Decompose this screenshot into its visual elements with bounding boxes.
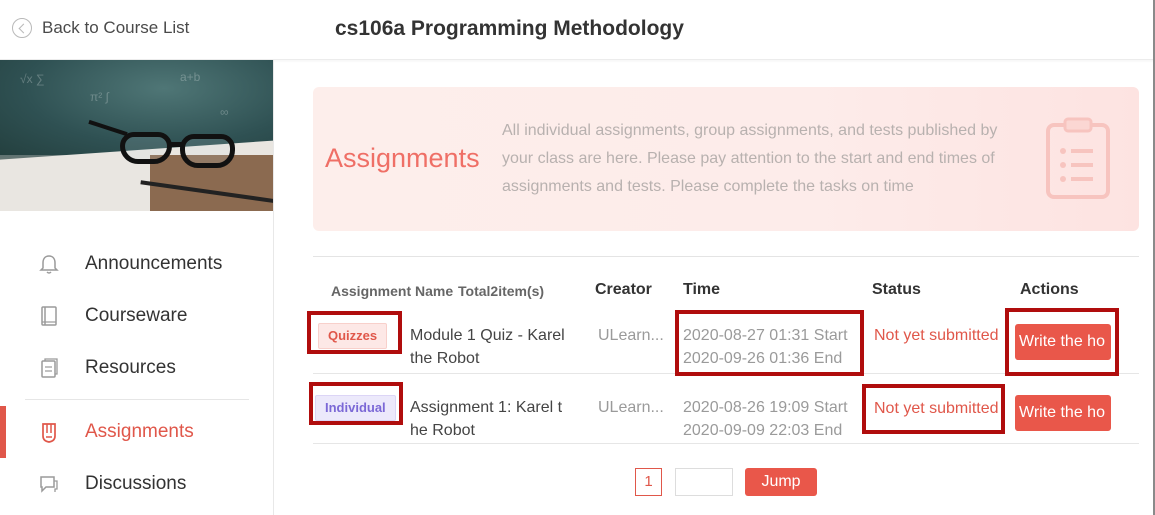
back-arrow-icon: [12, 18, 32, 38]
end-time: 2020-09-09 22:03 End: [683, 422, 843, 439]
start-time: 2020-08-27 01:31 Start: [683, 327, 848, 344]
assignment-name-line1[interactable]: Assignment 1: Karel t: [410, 396, 562, 419]
assignment-name-line2[interactable]: the Robot: [410, 347, 479, 370]
sidebar-item-label: Discussions: [85, 473, 187, 494]
bell-icon: [39, 255, 59, 274]
sidebar-item-courseware[interactable]: Courseware: [0, 290, 273, 342]
start-time: 2020-08-26 19:09 Start: [683, 399, 848, 416]
header-total-count: Total2item(s): [458, 283, 545, 299]
header-assignment-name: Assignment Name: [331, 283, 454, 299]
back-label: Back to Course List: [42, 18, 190, 37]
sidebar-item-announcements[interactable]: Announcements: [0, 238, 273, 290]
header-creator: Creator: [595, 281, 652, 298]
glasses-left-lens: [120, 132, 172, 164]
chat-icon: [40, 476, 58, 493]
quizzes-tag: Quizzes: [318, 323, 388, 349]
sidebar-item-label: Resources: [85, 357, 176, 378]
back-to-course-list-link[interactable]: Back to Course List: [12, 18, 189, 38]
header-status: Status: [872, 281, 921, 298]
write-homework-button[interactable]: Write the ho: [1015, 395, 1111, 431]
page: Back to Course List cs106a Programming M…: [0, 0, 1155, 515]
sidebar: √x ∑ π² ∫ a+b ∞ Announcements Courseware…: [0, 60, 274, 515]
files-icon: [41, 358, 58, 378]
page-number-current[interactable]: 1: [635, 468, 662, 496]
sidebar-divider: [25, 399, 249, 400]
row-divider: [313, 443, 1139, 444]
write-homework-button[interactable]: Write the ho: [1015, 324, 1111, 360]
assignment-icon: [42, 423, 56, 443]
creator-cell: ULearn...: [598, 399, 664, 416]
clipboard-icon: [1046, 117, 1110, 199]
header-actions: Actions: [1020, 281, 1079, 298]
sidebar-item-label: Courseware: [85, 305, 188, 326]
sidebar-item-label: Assignments: [85, 421, 194, 442]
individual-tag: Individual: [315, 395, 396, 421]
section-divider: [313, 256, 1139, 257]
course-banner-image: √x ∑ π² ∫ a+b ∞: [0, 60, 273, 211]
assignment-name-line1[interactable]: Module 1 Quiz - Karel: [410, 324, 565, 347]
assignments-hero-banner: Assignments All individual assignments, …: [313, 87, 1139, 231]
top-bar: Back to Course List cs106a Programming M…: [0, 0, 1155, 60]
glasses-right-lens: [180, 134, 235, 168]
jump-button[interactable]: Jump: [745, 468, 817, 496]
sidebar-item-resources[interactable]: Resources: [0, 342, 273, 394]
sidebar-item-label: Announcements: [85, 253, 223, 274]
book-icon: [41, 306, 57, 326]
page-jump-input[interactable]: [675, 468, 733, 496]
course-title: cs106a Programming Methodology: [335, 17, 684, 40]
status-not-submitted: Not yet submitted: [874, 400, 999, 417]
sidebar-item-assignments[interactable]: Assignments: [0, 406, 273, 458]
status-not-submitted: Not yet submitted: [874, 327, 999, 344]
hero-description: All individual assignments, group assign…: [502, 122, 998, 195]
end-time: 2020-09-26 01:36 End: [683, 350, 843, 367]
hero-title: Assignments: [325, 143, 480, 173]
row-divider: [313, 373, 1139, 374]
assignment-name-line2[interactable]: he Robot: [410, 419, 475, 442]
creator-cell: ULearn...: [598, 327, 664, 344]
sidebar-item-discussions[interactable]: Discussions: [0, 458, 273, 510]
header-time: Time: [683, 281, 721, 298]
